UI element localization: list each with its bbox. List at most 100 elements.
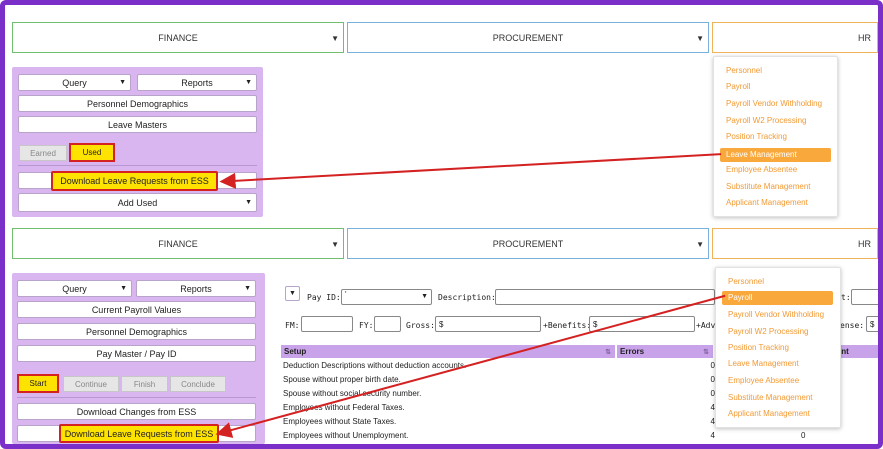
module-procurement-label: PROCUREMENT [492,238,564,249]
errors-cell: 4 [710,417,715,426]
query-dropdown-2[interactable]: Query ▼ [17,280,132,297]
hr-menu-item-payroll-w2-processing[interactable]: Payroll W2 Processing [716,327,808,336]
setup-cell: Employees without Federal Taxes. [283,403,405,412]
hr-menu-item-payroll[interactable]: Payroll [722,291,833,305]
module-hr-label: HR [858,32,871,43]
module-procurement-dropdown[interactable]: PROCUREMENT ▼ [347,22,709,53]
grid-header-setup[interactable]: Setup ⇅ [281,345,615,358]
personnel-demographics-button-2[interactable]: Personnel Demographics [17,323,256,340]
expand-toggle-button[interactable]: ▼ [285,286,300,301]
download-leave-requests-button[interactable]: Download Leave Requests from ESS [51,171,218,191]
hr-menu-item-payroll-vendor-withholding[interactable]: Payroll Vendor Withholding [714,99,822,108]
panel-divider [17,397,256,398]
sort-icon[interactable]: ⇅ [703,348,709,356]
tab-earned-label: Earned [30,148,56,158]
tab-continue-label: Continue [74,379,108,389]
setup-cell: Employees without State Taxes. [283,417,397,426]
pay-id-label: Pay ID: [307,293,341,302]
chevron-down-icon: ▼ [696,34,704,43]
pay-id-value: ' [345,290,347,299]
chevron-down-icon: ▼ [120,285,127,292]
reports-label: Reports [181,77,213,88]
ense-input[interactable]: $ [866,316,878,332]
errors-cell: 0 [710,375,715,384]
tab-continue[interactable]: Continue [63,376,119,392]
setup-cell: Deduction Descriptions without deduction… [283,361,467,370]
download-leave-requests-label: Download Leave Requests from ESS [60,176,209,186]
tab-earned[interactable]: Earned [19,145,67,161]
description-input[interactable] [495,289,715,305]
tab-used[interactable]: Used [69,143,115,162]
pay-id-select[interactable]: ' ▼ [341,289,432,305]
hr-menu-item-leave-management[interactable]: Leave Management [720,148,831,162]
pay-master-button[interactable]: Pay Master / Pay ID [17,345,256,362]
module-finance-dropdown[interactable]: FINANCE ▼ [12,22,344,53]
tab-used-label: Used [82,148,102,157]
hr-menu-item-employee-absentee[interactable]: Employee Absentee [716,376,799,385]
hr-menu-item-personnel[interactable]: Personnel [716,277,764,286]
tab-conclude[interactable]: Conclude [170,376,226,392]
chevron-down-icon: ▼ [119,79,126,86]
fm-label: FM: [285,321,300,330]
hr-menu-item-employee-absentee[interactable]: Employee Absentee [714,165,797,174]
module-procurement-dropdown-2[interactable]: PROCUREMENT ▼ [347,228,709,259]
module-hr-dropdown[interactable]: HR [712,22,878,53]
gross-input[interactable]: $ [435,316,541,332]
hr-menu-item-position-tracking[interactable]: Position Tracking [714,132,787,141]
hr-menu-item-payroll[interactable]: Payroll [714,82,750,91]
current-payroll-values-button[interactable]: Current Payroll Values [17,301,256,318]
tab-finish-label: Finish [133,379,156,389]
benefits-label: +Benefits: [543,321,592,330]
hr-menu-item-payroll-w2-processing[interactable]: Payroll W2 Processing [714,116,806,125]
hr-menu-item-substitute-management[interactable]: Substitute Management [716,393,813,402]
hr-menu-item-leave-management[interactable]: Leave Management [716,359,799,368]
ense-value: $ [870,319,875,329]
grid-header-setup-label: Setup [284,347,307,356]
adv-label: +Adv [696,321,716,330]
fy-input[interactable] [374,316,401,332]
query-dropdown[interactable]: Query ▼ [18,74,131,91]
fm-input[interactable] [301,316,353,332]
leave-masters-button[interactable]: Leave Masters [18,116,257,133]
errors-cell: 0 [710,361,715,370]
module-finance-label: FINANCE [158,32,198,43]
setup-cell: Spouse without social security number. [283,389,422,398]
grid-header-errors[interactable]: Errors ⇅ [617,345,713,358]
hr-menu-item-personnel[interactable]: Personnel [714,66,762,75]
panel-divider [18,165,257,166]
pay-master-label: Pay Master / Pay ID [96,348,177,359]
errors-cell: 4 [710,403,715,412]
benefits-input[interactable]: $ [589,316,695,332]
tab-start-label: Start [29,379,47,388]
gross-label: Gross: [406,321,435,330]
reports-dropdown[interactable]: Reports ▼ [137,74,257,91]
leave-masters-label: Leave Masters [107,119,168,130]
hr-menu-item-payroll-vendor-withholding[interactable]: Payroll Vendor Withholding [716,310,824,319]
download-leave-requests-label: Download Leave Requests from ESS [64,428,214,439]
download-changes-button[interactable]: Download Changes from ESS [17,403,256,420]
tab-finish[interactable]: Finish [121,376,168,392]
module-procurement-label: PROCUREMENT [492,32,564,43]
download-leave-requests-button-2[interactable]: Download Leave Requests from ESS [59,424,219,443]
chevron-down-icon: ▼ [331,34,339,43]
add-used-dropdown[interactable]: Add Used ▼ [18,193,257,212]
hr-menu-item-applicant-management[interactable]: Applicant Management [714,198,808,207]
hr-menu-item-applicant-management[interactable]: Applicant Management [716,409,810,418]
errors-cell: 0 [710,389,715,398]
reports-dropdown-2[interactable]: Reports ▼ [136,280,256,297]
table-row[interactable]: Employees without Unemployment. 4 0 [281,430,821,442]
hr-menu-item-position-tracking[interactable]: Position Tracking [716,343,789,352]
hr-menu-item-substitute-management[interactable]: Substitute Management [714,182,811,191]
errors-cell: 4 [710,431,715,440]
chevron-down-icon: ▼ [245,79,252,86]
sort-icon[interactable]: ⇅ [605,348,611,356]
ense-label: ense: [840,321,865,330]
module-hr-dropdown-2[interactable]: HR [712,228,878,259]
t-input[interactable] [851,289,878,305]
description-label: Description: [438,293,496,302]
personnel-demographics-button[interactable]: Personnel Demographics [18,95,257,112]
screenshot-frame: FINANCE ▼ PROCUREMENT ▼ HR Query ▼ Repor… [0,0,883,449]
module-finance-dropdown-2[interactable]: FINANCE ▼ [12,228,344,259]
tab-start[interactable]: Start [17,374,59,393]
t-label: t: [841,293,851,302]
